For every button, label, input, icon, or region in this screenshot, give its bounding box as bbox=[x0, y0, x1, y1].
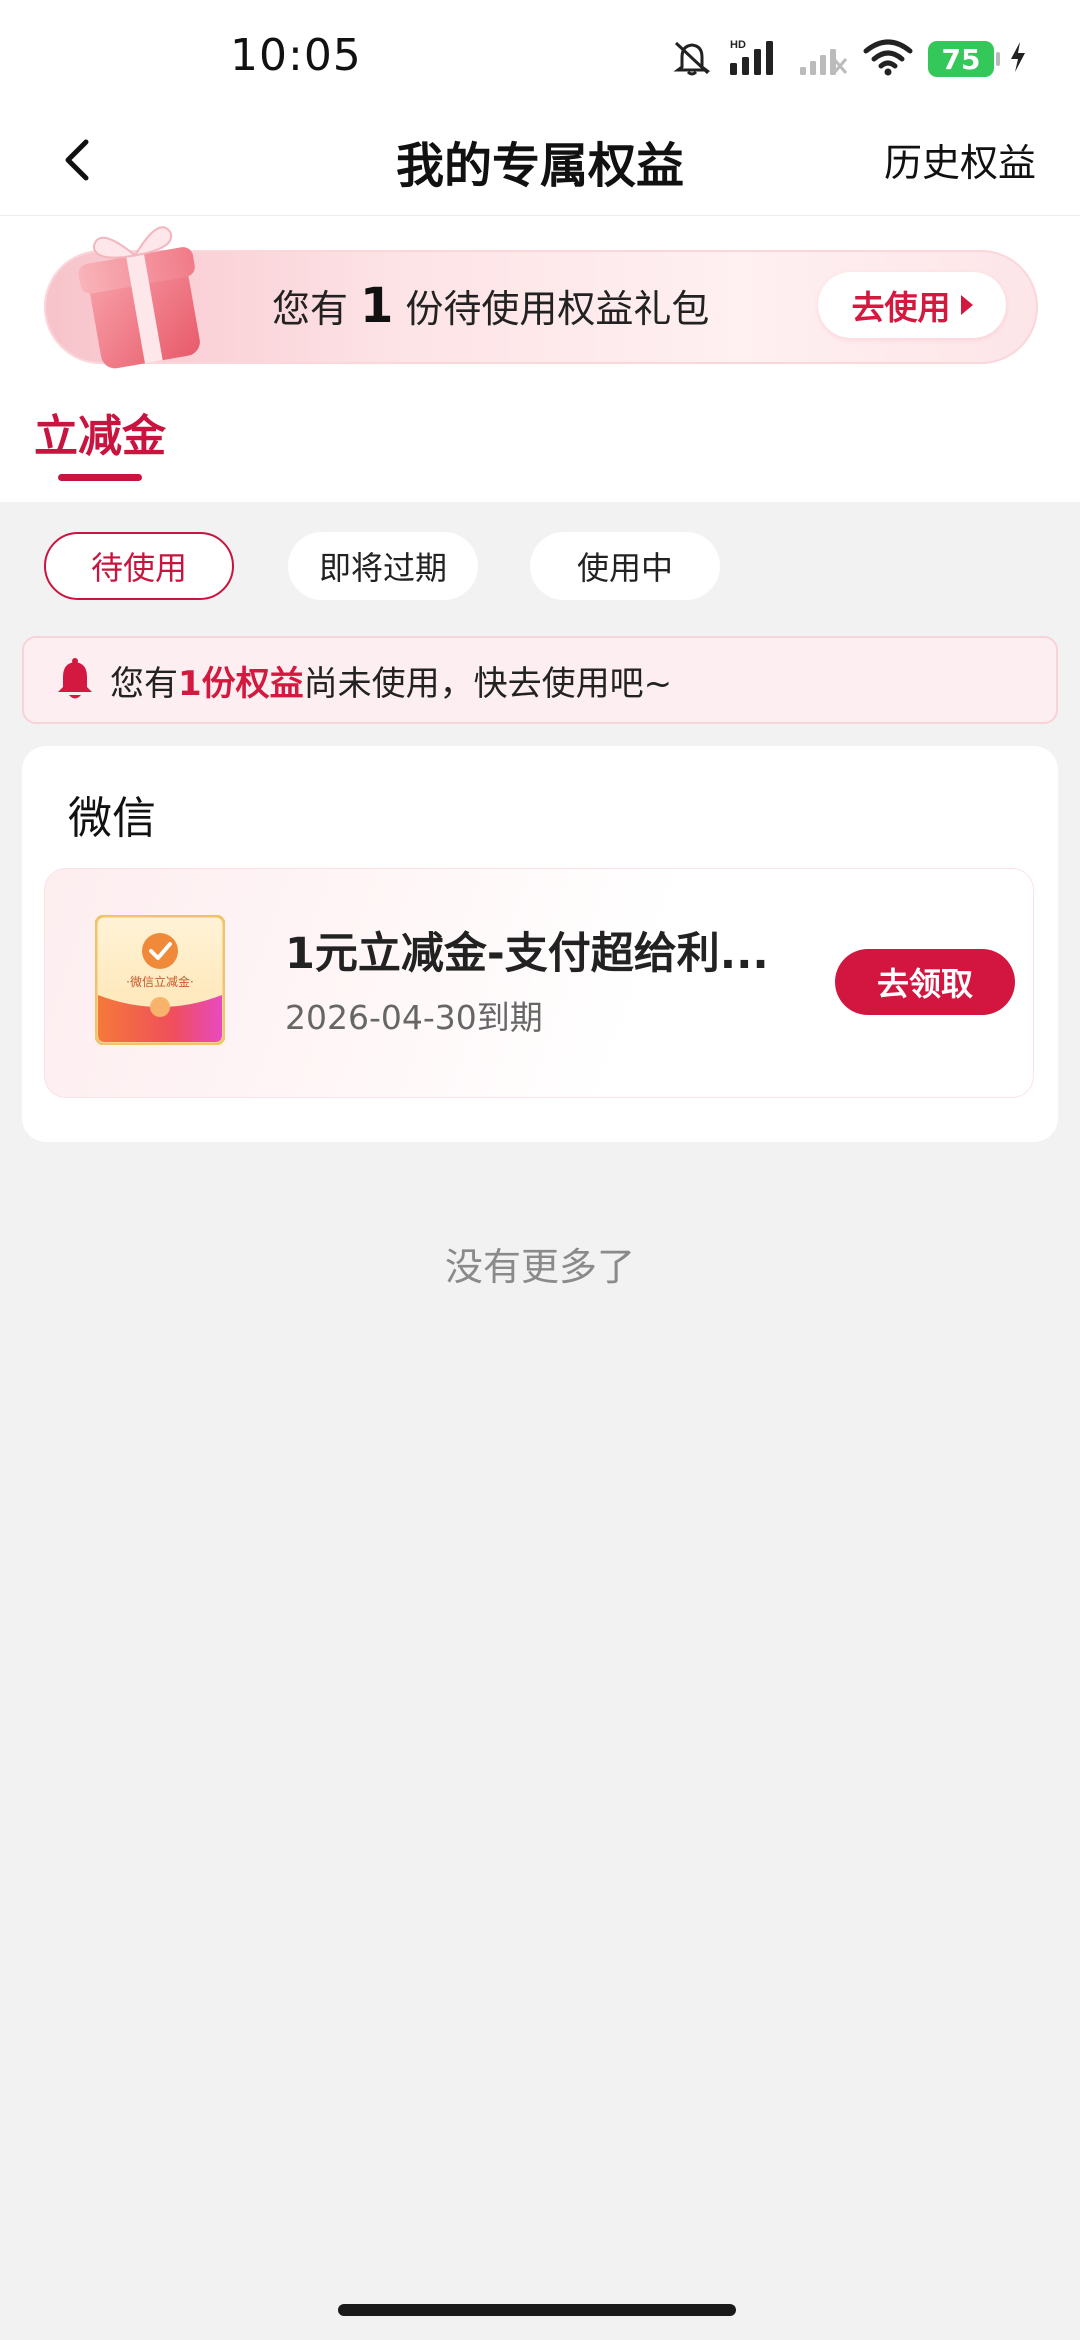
filter-in-use[interactable]: 使用中 bbox=[530, 532, 720, 600]
notice-prefix: 您有 bbox=[110, 663, 178, 704]
banner-text: 您有 1 份待使用权益礼包 bbox=[272, 278, 709, 334]
charging-icon bbox=[1008, 40, 1028, 78]
nav-bar: 我的专属权益 历史权益 bbox=[0, 110, 1080, 216]
use-now-label: 去使用 bbox=[851, 288, 951, 327]
bell-icon bbox=[58, 658, 92, 699]
gift-icon bbox=[52, 210, 242, 370]
signal-2-icon bbox=[798, 37, 848, 81]
card-title: 微信 bbox=[68, 793, 156, 844]
signal-icon: HD bbox=[728, 37, 784, 81]
coupon-name: 1元立减金-支付超给利... bbox=[285, 929, 769, 979]
tab-indicator bbox=[58, 474, 142, 481]
filter-expiring[interactable]: 即将过期 bbox=[288, 532, 478, 600]
notice-highlight: 1份权益 bbox=[178, 663, 304, 704]
banner-prefix: 您有 bbox=[272, 287, 349, 331]
coupon-expiry: 2026-04-30到期 bbox=[285, 998, 543, 1037]
battery-icon: 75 bbox=[928, 41, 1000, 77]
history-benefits-link[interactable]: 历史权益 bbox=[884, 132, 1036, 187]
notice-bar: 您有 1份权益 尚未使用，快去使用吧~ bbox=[22, 636, 1058, 724]
banner-count: 1 bbox=[360, 278, 394, 334]
status-bar: 10:05 HD 75 bbox=[0, 0, 1080, 110]
banner-suffix: 份待使用权益礼包 bbox=[405, 287, 710, 331]
coupon-group-card: 微信 ·微信立减金· 1元立减金-支付超给利... 2026-04-30到期 去… bbox=[22, 746, 1058, 1142]
mute-icon bbox=[670, 37, 714, 81]
wifi-icon bbox=[862, 37, 914, 81]
claim-button[interactable]: 去领取 bbox=[835, 949, 1015, 1015]
use-now-button[interactable]: 去使用 bbox=[818, 272, 1006, 338]
status-icons: HD 75 bbox=[670, 36, 1028, 82]
hd-label: HD bbox=[730, 39, 746, 51]
tab-instant-discount[interactable]: 立减金 bbox=[34, 400, 166, 464]
coupon-image-caption: ·微信立减金· bbox=[126, 974, 194, 989]
coupon-item[interactable]: ·微信立减金· 1元立减金-支付超给利... 2026-04-30到期 去领取 bbox=[44, 868, 1034, 1098]
caret-right-icon bbox=[960, 295, 973, 315]
status-time: 10:05 bbox=[230, 30, 362, 81]
no-more-text: 没有更多了 bbox=[444, 1245, 635, 1289]
notice-suffix: 尚未使用，快去使用吧~ bbox=[303, 663, 673, 704]
coupon-image: ·微信立减金· bbox=[94, 914, 226, 1046]
filter-pending[interactable]: 待使用 bbox=[44, 532, 234, 600]
home-indicator[interactable] bbox=[338, 2304, 736, 2316]
screen: 10:05 HD 75 我的专属权益 历史权益 您有 1 份待使用权益礼包 去使… bbox=[0, 0, 1080, 2340]
